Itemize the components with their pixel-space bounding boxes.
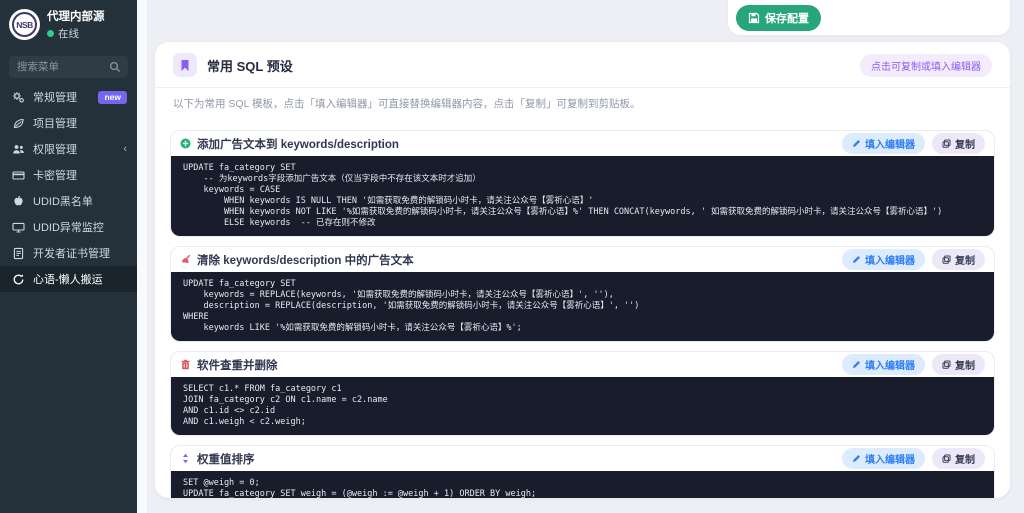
sql-presets-card: 常用 SQL 预设 点击可复制或填入编辑器 以下为常用 SQL 模板，点击「填入… [155, 42, 1010, 498]
sidebar: NSB 代理内部源 在线 常规管理 new 项目管理 [0, 0, 137, 513]
section-title: 添加广告文本到 keywords/description [197, 138, 399, 151]
sidebar-item-general[interactable]: 常规管理 new [0, 84, 137, 110]
sql-code-block[interactable]: UPDATE fa_category SET keywords = REPLAC… [171, 272, 994, 341]
sidebar-item-label: UDID黑名单 [33, 196, 93, 208]
fill-editor-label: 填入编辑器 [865, 256, 915, 267]
bookmark-chip [173, 53, 197, 77]
sidebar-scrollbar[interactable] [137, 0, 147, 513]
sidebar-item-dev-certs[interactable]: 开发者证书管理 [0, 240, 137, 266]
section-header: 添加广告文本到 keywords/description 填入编辑器 复制 [171, 131, 994, 156]
sql-code-block[interactable]: SET @weigh = 0; UPDATE fa_category SET w… [171, 471, 994, 498]
hint-badge: 点击可复制或填入编辑器 [860, 53, 992, 77]
fill-editor-button[interactable]: 填入编辑器 [842, 249, 925, 270]
copy-label: 复制 [955, 361, 975, 372]
leaf-icon [12, 117, 25, 130]
sidebar-item-xinyu-porter[interactable]: 心语-懒人搬运 [0, 266, 137, 292]
chevron-left-icon[interactable]: ‹ [123, 143, 127, 155]
save-config-label: 保存配置 [765, 12, 809, 25]
apple-icon [12, 195, 25, 208]
online-status-dot [47, 30, 54, 37]
card-icon [12, 169, 25, 182]
section-title: 清除 keywords/description 中的广告文本 [197, 254, 414, 267]
sidebar-item-label: 常规管理 [33, 92, 77, 104]
fill-editor-button[interactable]: 填入编辑器 [842, 133, 925, 154]
sql-section-weigh-sort: 权重值排序 填入编辑器 复制 SET @weigh = 0; UPDATE fa… [170, 445, 995, 498]
section-title: 权重值排序 [197, 453, 255, 466]
copy-label: 复制 [955, 455, 975, 466]
section-title: 软件查重并删除 [197, 359, 278, 372]
copy-button[interactable]: 复制 [932, 249, 985, 270]
app-logo: NSB [9, 9, 40, 40]
trash-icon [180, 359, 191, 370]
users-icon [12, 143, 25, 156]
certificate-icon [12, 247, 25, 260]
copy-icon [942, 360, 951, 369]
copy-button[interactable]: 复制 [932, 133, 985, 154]
section-header: 清除 keywords/description 中的广告文本 填入编辑器 复制 [171, 247, 994, 272]
online-status-label: 在线 [58, 28, 79, 40]
copy-button[interactable]: 复制 [932, 354, 985, 375]
sidebar-item-permissions[interactable]: 权限管理 ‹ [0, 136, 137, 162]
fill-editor-button[interactable]: 填入编辑器 [842, 354, 925, 375]
sidebar-search [9, 56, 128, 78]
refresh-icon [12, 273, 25, 286]
fill-editor-label: 填入编辑器 [865, 455, 915, 466]
sidebar-item-label: 开发者证书管理 [33, 248, 110, 260]
sidebar-item-label: UDID异常监控 [33, 222, 104, 234]
copy-icon [942, 454, 951, 463]
fill-editor-button[interactable]: 填入编辑器 [842, 448, 925, 469]
sidebar-item-label: 项目管理 [33, 118, 77, 130]
sql-sections: 添加广告文本到 keywords/description 填入编辑器 复制 UP… [155, 113, 1010, 498]
card-subtitle: 以下为常用 SQL 模板，点击「填入编辑器」可直接替换编辑器内容，点击「复制」可… [173, 98, 641, 110]
pencil-icon [853, 140, 860, 147]
online-status: 在线 [47, 26, 105, 41]
sidebar-item-udid-blacklist[interactable]: UDID黑名单 [0, 188, 137, 214]
new-badge: new [98, 90, 127, 104]
card-header: 常用 SQL 预设 点击可复制或填入编辑器 [155, 42, 1010, 88]
section-header: 软件查重并删除 填入编辑器 复制 [171, 352, 994, 377]
plus-circle-icon [180, 138, 191, 149]
sql-code-block[interactable]: SELECT c1.* FROM fa_category c1 JOIN fa_… [171, 377, 994, 435]
section-header: 权重值排序 填入编辑器 复制 [171, 446, 994, 471]
fill-editor-label: 填入编辑器 [865, 140, 915, 151]
sidebar-item-label: 权限管理 [33, 144, 77, 156]
save-config-button[interactable]: 保存配置 [736, 4, 821, 31]
topbar-card: 保存配置 [728, 0, 1010, 35]
sql-section-dedupe: 软件查重并删除 填入编辑器 复制 SELECT c1.* FROM fa_cat… [170, 351, 995, 436]
sql-section-clean-ads: 清除 keywords/description 中的广告文本 填入编辑器 复制 … [170, 246, 995, 342]
broom-icon [180, 254, 191, 265]
sidebar-item-projects[interactable]: 项目管理 [0, 110, 137, 136]
app-title: 代理内部源 [47, 11, 105, 23]
monitor-icon [12, 221, 25, 234]
pencil-icon [853, 455, 860, 462]
search-icon [109, 61, 121, 73]
fill-editor-label: 填入编辑器 [865, 361, 915, 372]
copy-button[interactable]: 复制 [932, 448, 985, 469]
logo-monogram: NSB [12, 12, 37, 37]
copy-label: 复制 [955, 140, 975, 151]
copy-label: 复制 [955, 256, 975, 267]
sort-icon [180, 453, 191, 464]
brand: NSB 代理内部源 在线 [0, 0, 137, 47]
sidebar-item-label: 心语-懒人搬运 [33, 274, 103, 286]
gears-icon [12, 91, 25, 104]
save-icon [748, 12, 760, 23]
copy-icon [942, 255, 951, 264]
pencil-icon [853, 361, 860, 368]
sql-section-add-ads: 添加广告文本到 keywords/description 填入编辑器 复制 UP… [170, 130, 995, 237]
bookmark-icon [181, 59, 189, 71]
card-title: 常用 SQL 预设 [207, 58, 293, 74]
sidebar-item-cards[interactable]: 卡密管理 [0, 162, 137, 188]
sidebar-item-udid-monitor[interactable]: UDID异常监控 [0, 214, 137, 240]
sidebar-nav: 常规管理 new 项目管理 权限管理 ‹ 卡密管理 UDID黑名单 UDID异常… [0, 84, 137, 292]
sidebar-item-label: 卡密管理 [33, 170, 77, 182]
sql-code-block[interactable]: UPDATE fa_category SET -- 为keywords字段添加广… [171, 156, 994, 236]
pencil-icon [853, 256, 860, 263]
copy-icon [942, 139, 951, 148]
